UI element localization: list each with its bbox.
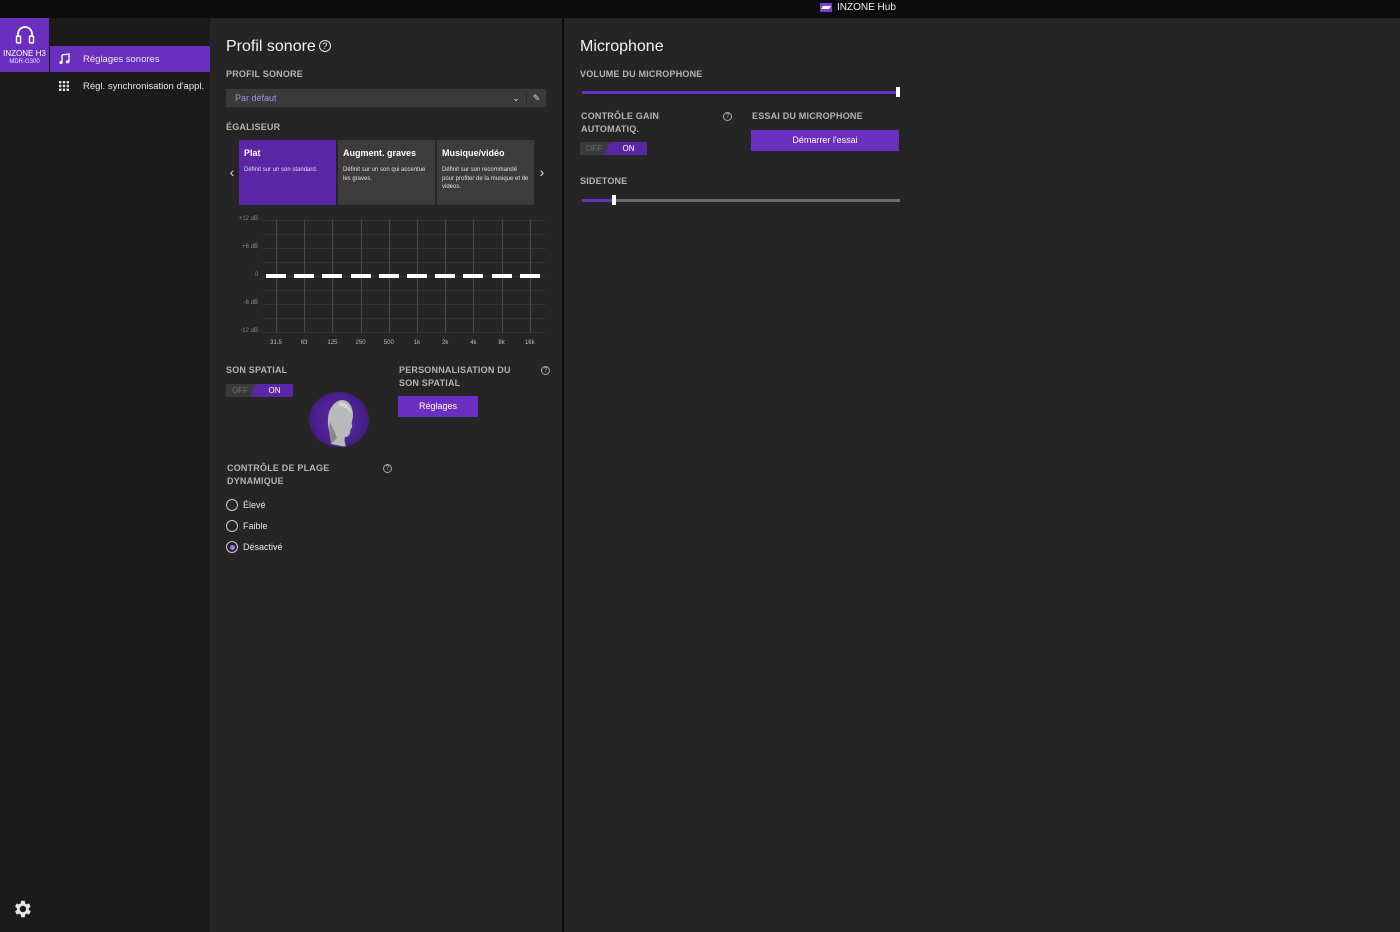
chevron-left-icon[interactable]: ‹: [225, 164, 239, 180]
mic-volume-slider[interactable]: [582, 87, 900, 97]
eq-band-label: 4k: [470, 340, 477, 346]
eq-y-label: 0: [254, 272, 258, 278]
preset-card-flat[interactable]: Plat Définit sur un son standard.: [239, 140, 336, 205]
mic-test-label: ESSAI DU MICROPHONE: [752, 111, 863, 121]
eq-band-knob[interactable]: [519, 274, 540, 278]
device-rail: INZONE H3 MDR-G300: [0, 18, 50, 932]
help-icon[interactable]: ?: [318, 40, 331, 52]
eq-y-label: +6 dB: [242, 244, 258, 250]
preset-description: Définit sur un son standard.: [244, 167, 318, 173]
preset-title: Plat: [244, 148, 261, 158]
music-note-icon: [57, 52, 71, 66]
sound-profile-heading: Profil sonore?: [226, 38, 331, 56]
nav-item-label: Régl. synchronisation d'appl.: [83, 80, 205, 92]
spatial-settings-button[interactable]: Réglages: [398, 396, 478, 417]
eq-band-label: 63: [300, 340, 308, 346]
radio-label: Faible: [243, 521, 268, 531]
radio-circle-selected[interactable]: [226, 541, 238, 553]
inzone-logo-icon: [820, 3, 832, 12]
help-icon[interactable]: ?: [541, 366, 550, 375]
toggle-on: ON: [604, 142, 647, 155]
radio-circle[interactable]: [226, 499, 238, 511]
eq-band-label: 125: [327, 340, 338, 346]
sound-profile-panel: Profil sonore? PROFIL SONORE Par défaut …: [210, 18, 562, 932]
headphones-icon: [15, 26, 34, 44]
profile-select[interactable]: Par défaut ⌄ ✎: [226, 89, 546, 107]
device-name: INZONE H3: [3, 49, 46, 58]
dynamic-range-label: CONTRÔLE DE PLAGE DYNAMIQUE: [227, 463, 330, 486]
eq-band-knob[interactable]: [491, 274, 512, 278]
help-icon[interactable]: ?: [723, 112, 732, 121]
preset-card-music-video[interactable]: Musique/vidéo Définit sur son recommandé…: [437, 140, 534, 205]
slider-thumb[interactable]: [612, 195, 616, 205]
radio-label: Élevé: [243, 500, 266, 510]
eq-band-label: 31.5: [270, 340, 282, 346]
sidetone-slider[interactable]: [582, 195, 900, 205]
eq-band-knob[interactable]: [350, 274, 371, 278]
radio-circle[interactable]: [226, 520, 238, 532]
equalizer-label: ÉGALISEUR: [226, 122, 281, 132]
agc-toggle[interactable]: OFF ON: [580, 142, 647, 155]
nav-item-app-sync[interactable]: Régl. synchronisation d'appl.: [50, 73, 210, 99]
mic-volume-label: VOLUME DU MICROPHONE: [580, 69, 703, 79]
microphone-panel: Microphone VOLUME DU MICROPHONE CONTRÔLE…: [564, 18, 1400, 932]
nav-item-label: Réglages sonores: [83, 53, 160, 65]
profile-label: PROFIL SONORE: [226, 69, 303, 79]
radio-off[interactable]: Désactivé: [226, 541, 283, 553]
eq-band-knob[interactable]: [407, 274, 427, 278]
spatial-personalization-label: PERSONNALISATION DU SON SPATIAL: [399, 365, 511, 388]
eq-band-label: 16k: [524, 340, 535, 346]
eq-y-label: -6 dB: [243, 300, 258, 306]
preset-description: Définit sur son recommandé pour profiter…: [442, 167, 529, 190]
app-name: INZONE Hub: [837, 2, 896, 13]
device-tile[interactable]: INZONE H3 MDR-G300: [0, 18, 49, 72]
eq-y-label: +12 dB: [238, 216, 258, 222]
sidetone-label: SIDETONE: [580, 176, 628, 186]
equalizer-graph: +12 dB +6 dB 0 -6 dB -12 dB 31.5 63 125 250 500 1k…: [228, 216, 546, 351]
preset-description: Définit sur un son qui accentue les grav…: [343, 167, 426, 182]
device-model: MDR-G300: [9, 59, 40, 65]
eq-band-label: 500: [383, 340, 394, 346]
eq-band-knob[interactable]: [463, 274, 484, 278]
eq-y-label: -12 dB: [240, 328, 258, 334]
slider-fill: [582, 91, 900, 94]
microphone-title: Microphone: [580, 38, 664, 55]
app-title: INZONE Hub: [820, 2, 896, 13]
chevron-right-icon[interactable]: ›: [535, 164, 549, 180]
eq-band-label: 250: [355, 340, 366, 346]
eq-band-knob[interactable]: [378, 274, 399, 278]
slider-fill: [582, 199, 614, 202]
title-bar: INZONE Hub: [0, 0, 1400, 18]
spatial-sound-toggle[interactable]: OFF ON: [226, 384, 293, 397]
eq-band-knob[interactable]: [322, 274, 343, 278]
eq-gridline: [262, 332, 546, 333]
sound-profile-title: Profil sonore: [226, 38, 316, 55]
profile-value: Par défaut: [235, 93, 277, 103]
preset-card-bass-boost[interactable]: Augment. graves Définit sur un son qui a…: [338, 140, 435, 205]
toggle-on: ON: [250, 384, 293, 397]
edit-pencil-icon[interactable]: ✎: [526, 92, 546, 104]
eq-band-label: 1k: [413, 340, 421, 346]
nav-item-sound-settings[interactable]: Réglages sonores: [50, 46, 210, 72]
eq-band-knob[interactable]: [266, 274, 286, 278]
preset-title: Augment. graves: [343, 148, 417, 158]
head-avatar-image: [309, 392, 369, 447]
spatial-sound-label: SON SPATIAL: [226, 365, 288, 375]
help-icon[interactable]: ?: [383, 464, 392, 473]
start-test-button[interactable]: Démarrer l'essai: [751, 130, 899, 151]
radio-label: Désactivé: [243, 542, 283, 552]
nav-panel: Réglages sonores Régl. synchronisation d…: [50, 18, 210, 932]
radio-high[interactable]: Élevé: [226, 499, 266, 511]
preset-title: Musique/vidéo: [442, 148, 505, 158]
eq-band-label: 8k: [498, 340, 505, 346]
grid-icon: [57, 79, 71, 93]
agc-label: CONTRÔLE GAIN AUTOMATIQ.: [581, 111, 660, 134]
eq-band-knob[interactable]: [435, 274, 456, 278]
chevron-down-icon[interactable]: ⌄: [506, 93, 526, 104]
eq-band-label: 2k: [442, 340, 449, 346]
slider-thumb[interactable]: [896, 87, 900, 97]
radio-low[interactable]: Faible: [226, 520, 268, 532]
eq-band-knob[interactable]: [294, 274, 315, 278]
settings-gear-icon[interactable]: [11, 898, 33, 920]
